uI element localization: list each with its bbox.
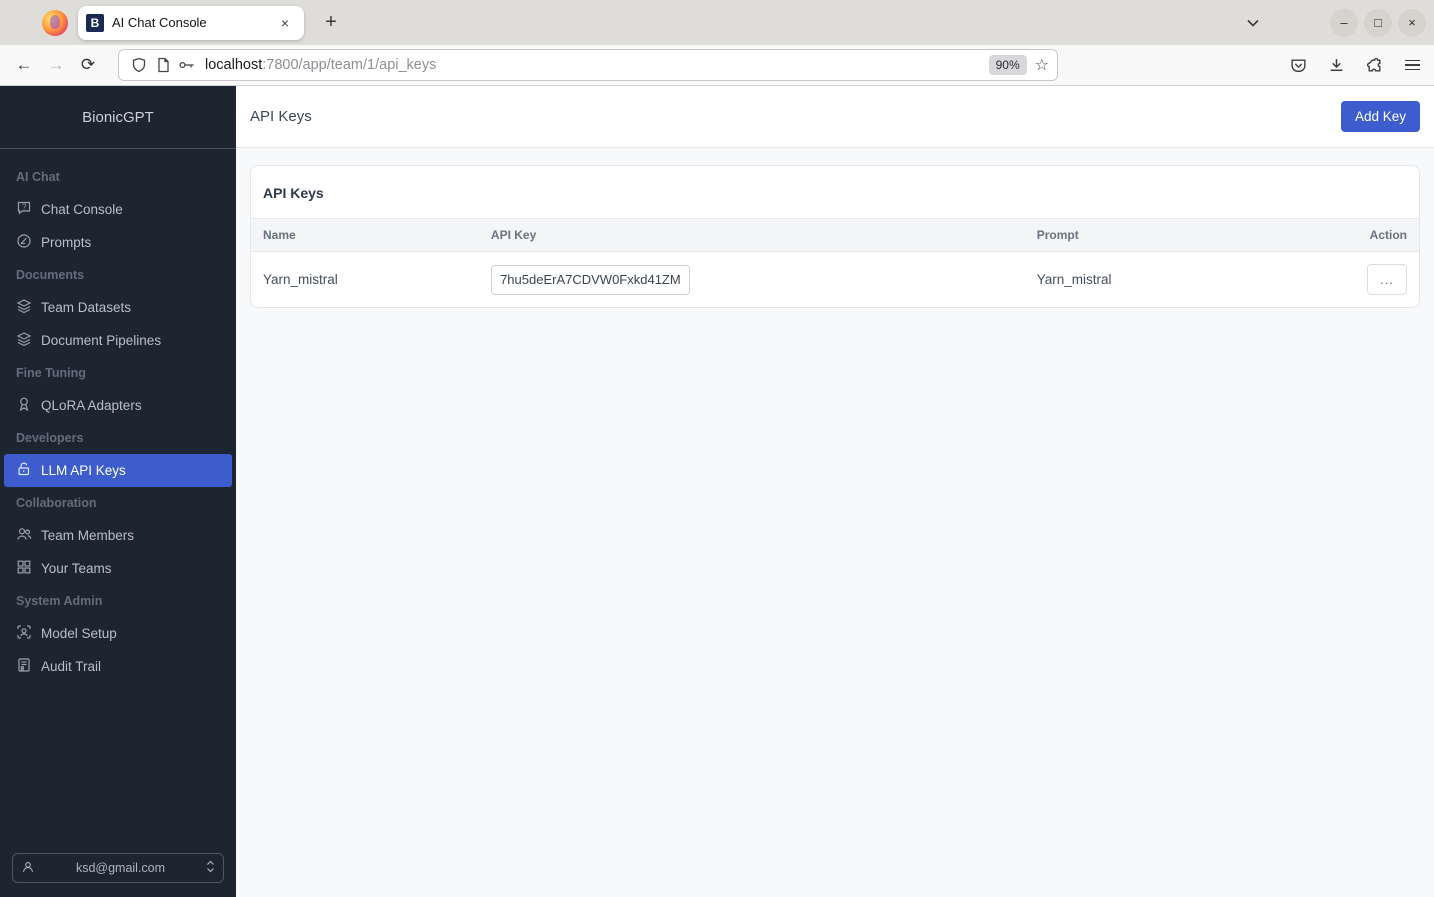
- zoom-level-badge[interactable]: 90%: [988, 55, 1027, 75]
- sidebar-item-label: LLM API Keys: [41, 463, 126, 478]
- column-header-api-key: API Key: [478, 218, 1025, 252]
- tab-close-icon[interactable]: ×: [274, 12, 296, 34]
- svg-text:?: ?: [22, 202, 27, 211]
- downloads-icon[interactable]: [1322, 51, 1350, 79]
- window-maximize-button[interactable]: □: [1364, 8, 1392, 37]
- firefox-icon[interactable]: [42, 9, 68, 36]
- sidebar-item-label: Prompts: [41, 235, 92, 250]
- unlock-icon: [16, 461, 32, 480]
- url-host: localhost: [205, 57, 263, 73]
- back-button[interactable]: ←: [8, 50, 40, 80]
- add-key-button[interactable]: Add Key: [1340, 101, 1420, 132]
- extensions-puzzle-icon[interactable]: [1360, 51, 1388, 79]
- users-icon: [16, 526, 32, 545]
- bookmark-star-icon[interactable]: ☆: [1035, 55, 1049, 75]
- sidebar-item-label: Team Members: [41, 528, 135, 543]
- new-tab-button[interactable]: +: [316, 8, 346, 38]
- browser-titlebar: B AI Chat Console × + – □ ×: [0, 0, 1434, 45]
- page-header: API Keys Add Key: [236, 86, 1434, 148]
- sidebar-item-document-pipelines[interactable]: Document Pipelines: [0, 324, 236, 357]
- api-key-value-input[interactable]: [490, 264, 690, 295]
- cell-prompt: Yarn_mistral: [1036, 272, 1112, 287]
- sidebar-item-your-teams[interactable]: Your Teams: [0, 552, 236, 585]
- api-keys-table: Name API Key Prompt Action Yarn_mistral: [251, 218, 1419, 307]
- section-ai-chat: AI Chat: [16, 170, 60, 184]
- chat-question-icon: ?: [16, 200, 32, 219]
- sidebar-item-audit-trail[interactable]: Audit Trail: [0, 650, 236, 683]
- sidebar-item-label: Document Pipelines: [41, 333, 162, 348]
- user-scan-icon: [16, 624, 32, 643]
- site-favicon: B: [86, 13, 104, 32]
- app-brand: BionicGPT: [82, 108, 154, 126]
- sidebar-item-team-datasets[interactable]: Team Datasets: [0, 291, 236, 324]
- tab-title: AI Chat Console: [112, 15, 207, 30]
- table-header-row: Name API Key Prompt Action: [251, 218, 1419, 252]
- sidebar: BionicGPT AI Chat ? Chat Console Prompts…: [0, 86, 236, 897]
- column-header-action: Action: [1355, 218, 1419, 252]
- audit-document-icon: [16, 657, 32, 676]
- user-icon: [21, 860, 35, 877]
- list-tabs-chevron-icon[interactable]: [1238, 8, 1268, 38]
- user-account-select[interactable]: ksd@gmail.com: [12, 853, 224, 883]
- grid-icon: [16, 559, 32, 578]
- section-system-admin: System Admin: [16, 594, 103, 608]
- pocket-icon[interactable]: [1284, 51, 1312, 79]
- url-text[interactable]: localhost:7800/app/team/1/api_keys: [205, 57, 989, 73]
- sidebar-item-label: Your Teams: [41, 561, 112, 576]
- table-row: Yarn_mistral Yarn_mistral ...: [251, 252, 1419, 308]
- sidebar-item-chat-console[interactable]: ? Chat Console: [0, 193, 236, 226]
- window-minimize-button[interactable]: –: [1330, 8, 1358, 37]
- prompt-icon: [16, 233, 32, 252]
- user-email: ksd@gmail.com: [75, 861, 166, 875]
- sidebar-item-llm-api-keys[interactable]: LLM API Keys: [4, 454, 232, 487]
- page-title: API Keys: [250, 108, 312, 125]
- sidebar-item-label: Team Datasets: [41, 300, 132, 315]
- layers-icon: [16, 298, 32, 317]
- sidebar-nav: AI Chat ? Chat Console Prompts Documents…: [0, 149, 236, 839]
- key-permission-icon[interactable]: [175, 57, 199, 73]
- sidebar-item-label: Chat Console: [41, 202, 123, 217]
- browser-toolbar: ← → ⟳ localhost:7800/app/team/1/api_keys…: [0, 45, 1434, 86]
- sidebar-item-label: Model Setup: [41, 626, 117, 641]
- browser-tab[interactable]: B AI Chat Console ×: [78, 5, 304, 40]
- sidebar-item-label: Audit Trail: [41, 659, 102, 674]
- api-keys-card: API Keys Name API Key Prompt Action Yarn…: [250, 165, 1420, 308]
- main-area: API Keys Name API Key Prompt Action Yarn…: [236, 148, 1434, 897]
- shield-icon[interactable]: [127, 57, 151, 73]
- sidebar-item-team-members[interactable]: Team Members: [0, 519, 236, 552]
- sidebar-item-label: QLoRA Adapters: [41, 398, 142, 413]
- award-icon: [16, 396, 32, 415]
- column-header-name: Name: [251, 218, 479, 252]
- sidebar-item-qlora-adapters[interactable]: QLoRA Adapters: [0, 389, 236, 422]
- sidebar-item-prompts[interactable]: Prompts: [0, 226, 236, 259]
- forward-button: →: [47, 55, 65, 74]
- url-path: :7800/app/team/1/api_keys: [262, 57, 437, 73]
- menu-hamburger-icon[interactable]: [1398, 51, 1426, 79]
- section-fine-tuning: Fine Tuning: [16, 366, 86, 380]
- select-chevrons-icon: [206, 860, 215, 876]
- card-title: API Keys: [263, 185, 324, 201]
- reload-button[interactable]: ⟳: [72, 50, 104, 80]
- url-bar[interactable]: localhost:7800/app/team/1/api_keys 90% ☆: [118, 49, 1058, 81]
- section-documents: Documents: [16, 268, 85, 282]
- row-actions-menu-button[interactable]: ...: [1367, 264, 1407, 295]
- column-header-prompt: Prompt: [1024, 218, 1355, 252]
- cell-key-name: Yarn_mistral: [263, 272, 338, 287]
- section-developers: Developers: [16, 431, 84, 445]
- layers-icon: [16, 331, 32, 350]
- window-close-button[interactable]: ×: [1398, 8, 1426, 37]
- section-collaboration: Collaboration: [16, 496, 97, 510]
- page-info-icon[interactable]: [151, 57, 175, 73]
- sidebar-item-model-setup[interactable]: Model Setup: [0, 617, 236, 650]
